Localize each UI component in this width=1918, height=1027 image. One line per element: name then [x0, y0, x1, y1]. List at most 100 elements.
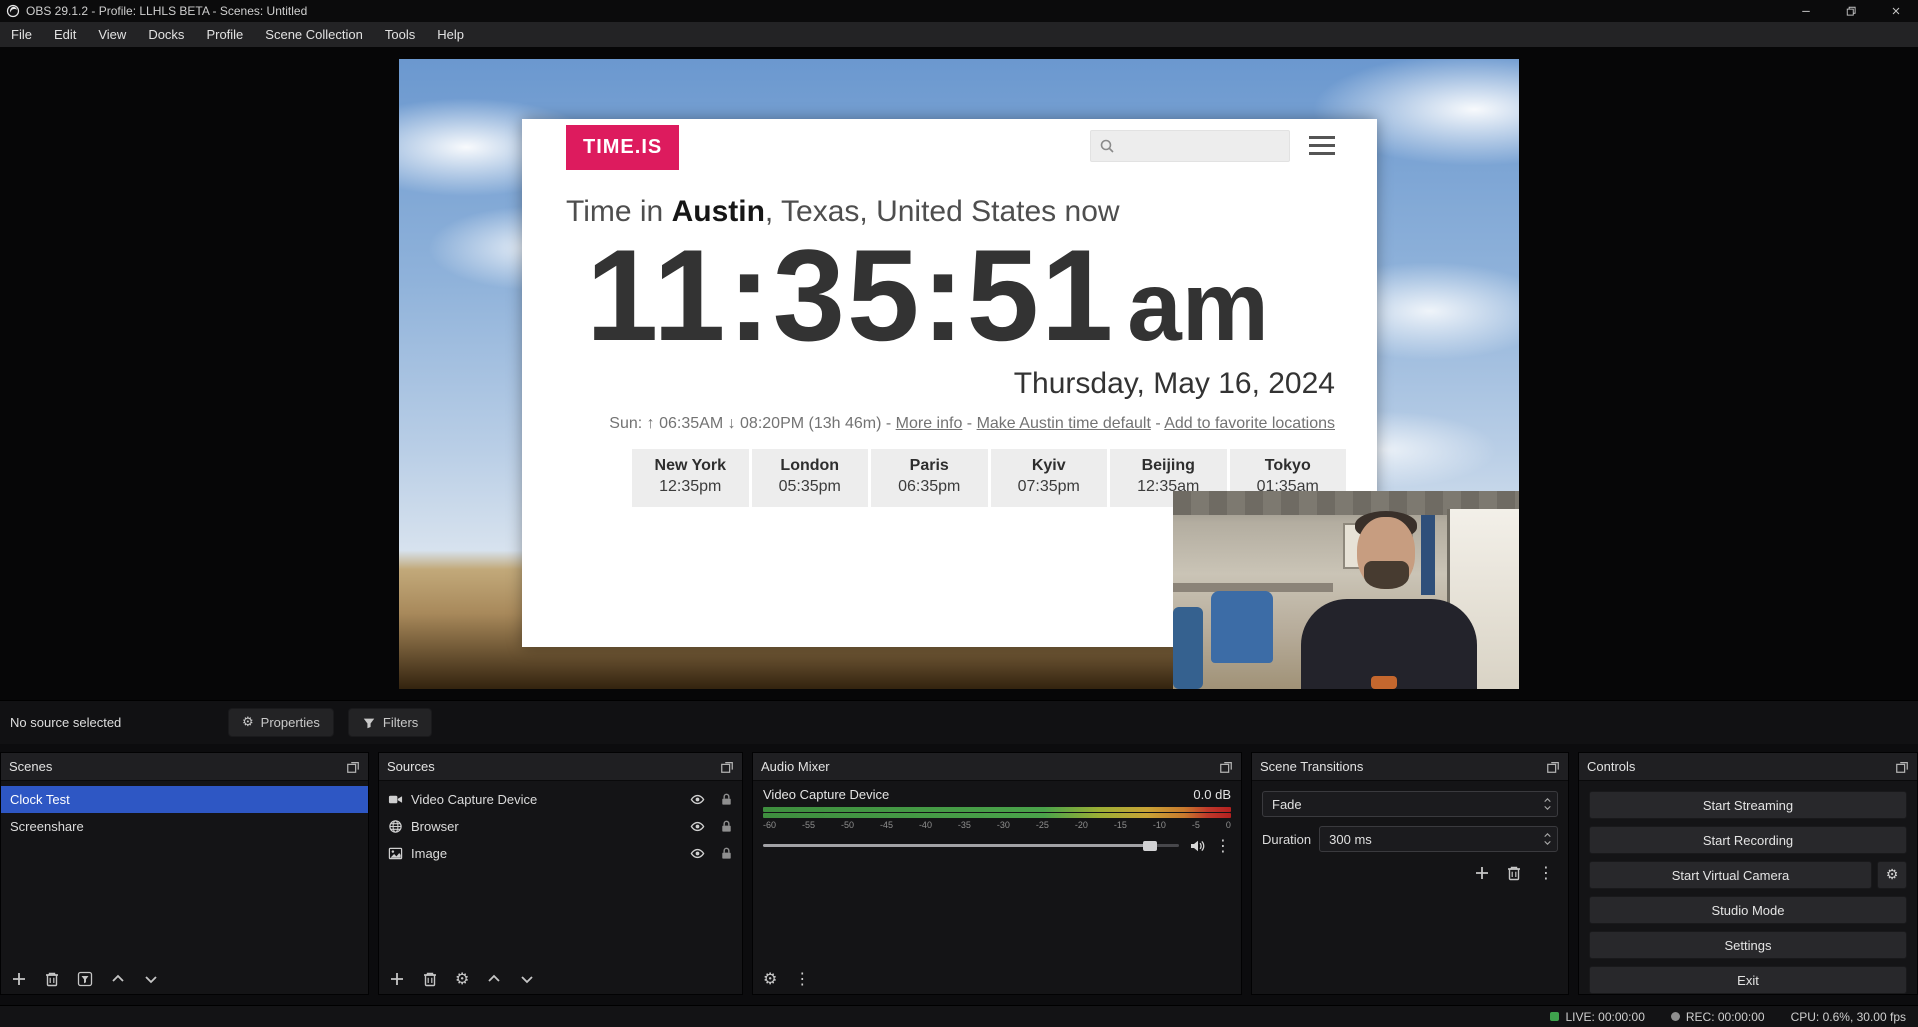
- tick-label: -25: [1036, 820, 1049, 830]
- scene-item-screenshare[interactable]: Screenshare: [1, 813, 368, 840]
- scene-filters-icon[interactable]: [77, 971, 93, 987]
- menu-tools[interactable]: Tools: [374, 22, 426, 47]
- rec-timer: REC: 00:00:00: [1686, 1010, 1765, 1024]
- visibility-icon[interactable]: [690, 846, 705, 861]
- lock-icon[interactable]: [719, 846, 734, 861]
- sources-toolbar: ⚙: [379, 966, 742, 994]
- move-scene-down-icon[interactable]: [143, 971, 159, 987]
- visibility-icon[interactable]: [690, 819, 705, 834]
- visibility-icon[interactable]: [690, 792, 705, 807]
- clock-time: 11:35:51: [586, 222, 1115, 368]
- panel-float-icon[interactable]: [1219, 760, 1233, 774]
- duration-label: Duration: [1262, 832, 1311, 847]
- scenes-list: Clock Test Screenshare: [1, 781, 368, 840]
- source-properties-gear-icon[interactable]: ⚙: [455, 971, 469, 987]
- remove-transition-icon[interactable]: [1506, 865, 1522, 881]
- tick-label: -60: [763, 820, 776, 830]
- advanced-audio-gear-icon[interactable]: ⚙: [763, 971, 777, 987]
- panel-float-icon[interactable]: [346, 760, 360, 774]
- speaker-icon[interactable]: [1189, 838, 1205, 854]
- sources-panel: Sources Video Capture Device: [378, 752, 743, 995]
- menu-scene-collection[interactable]: Scene Collection: [254, 22, 374, 47]
- studio-mode-button[interactable]: Studio Mode: [1589, 896, 1907, 924]
- world-clock-city: Beijing: [1110, 456, 1227, 477]
- transitions-toolbar: ⋮: [1262, 865, 1558, 881]
- start-streaming-button[interactable]: Start Streaming: [1589, 791, 1907, 819]
- exit-button[interactable]: Exit: [1589, 966, 1907, 994]
- camera-icon: [388, 792, 403, 807]
- scene-name: Clock Test: [10, 792, 70, 807]
- close-button[interactable]: [1873, 0, 1918, 22]
- menu-view[interactable]: View: [87, 22, 137, 47]
- properties-button[interactable]: ⚙ Properties: [228, 708, 334, 737]
- menu-file[interactable]: File: [0, 22, 43, 47]
- tick-label: -50: [841, 820, 854, 830]
- minimize-button[interactable]: [1783, 0, 1828, 22]
- virtual-camera-config-button[interactable]: ⚙: [1877, 861, 1907, 889]
- remove-scene-icon[interactable]: [44, 971, 60, 987]
- window-title: OBS 29.1.2 - Profile: LLHLS BETA - Scene…: [26, 4, 307, 18]
- panel-float-icon[interactable]: [720, 760, 734, 774]
- mixer-menu-icon[interactable]: ⋮: [794, 971, 810, 987]
- properties-label: Properties: [261, 715, 320, 730]
- status-bar: LIVE: 00:00:00 REC: 00:00:00 CPU: 0.6%, …: [0, 1005, 1918, 1027]
- move-source-up-icon[interactable]: [486, 971, 502, 987]
- audio-mixer-header: Audio Mixer: [753, 753, 1241, 781]
- scenes-panel-header: Scenes: [1, 753, 368, 781]
- source-name: Image: [411, 846, 447, 861]
- world-clock-city: Kyiv: [991, 456, 1108, 477]
- system-stats: CPU: 0.6%, 30.00 fps: [1791, 1010, 1906, 1024]
- controls-header: Controls: [1579, 753, 1917, 781]
- add-transition-icon[interactable]: [1474, 865, 1490, 881]
- start-recording-button[interactable]: Start Recording: [1589, 826, 1907, 854]
- source-item-video-capture[interactable]: Video Capture Device: [379, 786, 742, 813]
- menu-help[interactable]: Help: [426, 22, 475, 47]
- world-clock-time: 05:35pm: [752, 477, 869, 498]
- tick-label: 0: [1226, 820, 1231, 830]
- move-scene-up-icon[interactable]: [110, 971, 126, 987]
- sun-times: Sun: ↑ 06:35AM ↓ 08:20PM (13h 46m) -: [609, 415, 895, 432]
- menu-edit[interactable]: Edit: [43, 22, 87, 47]
- lock-icon[interactable]: [719, 792, 734, 807]
- filters-button[interactable]: Filters: [348, 708, 432, 737]
- duration-spinner[interactable]: 300 ms: [1319, 826, 1558, 852]
- filter-icon: [362, 716, 376, 730]
- spinner-arrows-icon[interactable]: [1543, 832, 1552, 846]
- scene-item-clock-test[interactable]: Clock Test: [1, 786, 368, 813]
- source-item-image[interactable]: Image: [379, 840, 742, 867]
- add-scene-icon[interactable]: [11, 971, 27, 987]
- volume-slider-handle[interactable]: [1143, 841, 1157, 851]
- volume-slider[interactable]: [763, 841, 1179, 851]
- transition-value: Fade: [1272, 797, 1302, 812]
- panel-float-icon[interactable]: [1546, 760, 1560, 774]
- menu-docks[interactable]: Docks: [137, 22, 195, 47]
- transition-select[interactable]: Fade: [1262, 791, 1558, 817]
- remove-source-icon[interactable]: [422, 971, 438, 987]
- stream-health-icon: [1550, 1012, 1559, 1021]
- live-timer: LIVE: 00:00:00: [1565, 1010, 1644, 1024]
- settings-button[interactable]: Settings: [1589, 931, 1907, 959]
- world-clock-city: London: [752, 456, 869, 477]
- mixer-channel-menu-icon[interactable]: ⋮: [1215, 838, 1231, 854]
- webcam-chair: [1173, 607, 1203, 689]
- search-icon: [1099, 138, 1115, 154]
- add-source-icon[interactable]: [389, 971, 405, 987]
- transition-properties-menu-icon[interactable]: ⋮: [1538, 865, 1554, 881]
- move-source-down-icon[interactable]: [519, 971, 535, 987]
- webcam-chair: [1211, 591, 1273, 663]
- start-virtual-camera-button[interactable]: Start Virtual Camera: [1589, 861, 1872, 889]
- menu-profile[interactable]: Profile: [195, 22, 254, 47]
- webcam-person-beard: [1364, 561, 1409, 589]
- webcam-pillar: [1421, 515, 1435, 595]
- filters-label: Filters: [383, 715, 418, 730]
- panel-float-icon[interactable]: [1895, 760, 1909, 774]
- clock-meridiem: am: [1127, 251, 1269, 361]
- mixer-channel-level: 0.0 dB: [1193, 787, 1231, 802]
- controls-title: Controls: [1587, 759, 1635, 774]
- webcam-overlay: [1173, 491, 1519, 689]
- world-clock-city: New York: [632, 456, 749, 477]
- restore-button[interactable]: [1828, 0, 1873, 22]
- source-item-browser[interactable]: Browser: [379, 813, 742, 840]
- lock-icon[interactable]: [719, 819, 734, 834]
- preview-canvas[interactable]: TIME.IS Time in Austin, Texas, United St…: [399, 59, 1519, 689]
